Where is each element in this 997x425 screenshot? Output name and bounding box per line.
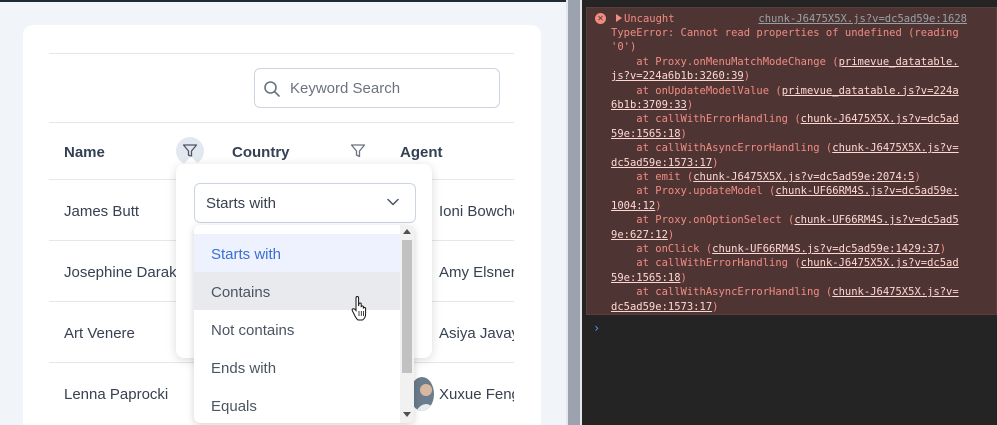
cell-agent: Amy Elsner: [439, 264, 516, 281]
error-message-line: TypeError: Cannot read properties of und…: [611, 27, 959, 39]
stack-frame-function: at Proxy.updateModel (: [611, 185, 776, 198]
cell-agent: Xuxue Feng: [439, 386, 520, 403]
stack-frame-link[interactable]: 6b1b:3709:33: [611, 99, 687, 111]
stack-frame-link[interactable]: chunk-J6475X5X.js?v=dc5ad59e:2074:5: [693, 171, 914, 183]
page-scrollbar[interactable]: [566, 0, 582, 425]
top-bar: [0, 0, 566, 2]
stack-frame-link[interactable]: chunk-UF66RM4S.js?v=dc5ad5: [794, 214, 958, 226]
stack-frame-link[interactable]: chunk-UF66RM4S.js?v=dc5ad59e:: [775, 185, 958, 197]
stack-frame-link[interactable]: chunk-J6475X5X.js?v=: [832, 142, 958, 154]
country-filter-button[interactable]: [344, 137, 372, 165]
expand-triangle-icon[interactable]: [616, 14, 622, 22]
stack-frame-continued: dc5ad59e:1573:17): [611, 156, 719, 169]
option-starts-with[interactable]: Starts with: [194, 234, 400, 272]
stack-frame-link[interactable]: chunk-J6475X5X.js?v=: [832, 286, 958, 298]
stack-frame: at callWithErrorHandling (chunk-J6475X5X…: [611, 256, 959, 270]
cell-agent: Ioni Bowcher: [439, 203, 526, 220]
option-ends-with[interactable]: Ends with: [194, 348, 400, 386]
stack-frame-continued: 6b1b:3709:33): [611, 99, 694, 111]
error-source-link[interactable]: chunk-J6475X5X.js?v=dc5ad59e:1628: [758, 13, 967, 25]
stack-frame-continued: 1004:12): [611, 199, 662, 212]
column-header-country[interactable]: Country: [232, 144, 290, 161]
stack-frame-link[interactable]: 1004:12: [611, 200, 655, 212]
scroll-up-icon[interactable]: [403, 229, 411, 234]
error-icon: ✕: [595, 13, 606, 24]
column-header-agent[interactable]: Agent: [400, 144, 443, 161]
option-not-contains[interactable]: Not contains: [194, 310, 400, 348]
stack-frame-function: at callWithErrorHandling (: [611, 113, 801, 126]
stack-frame-function: at callWithAsyncErrorHandling (: [611, 142, 833, 155]
stack-frame-link[interactable]: chunk-UF66RM4S.js?v=dc5ad59e:1429:37: [712, 243, 940, 255]
stack-frame-function: at onClick (: [611, 243, 713, 255]
table-border: [49, 53, 514, 54]
hand-cursor-icon: [351, 296, 367, 321]
stack-frame-function: at callWithErrorHandling (: [611, 257, 801, 270]
stack-frame: at emit (chunk-J6475X5X.js?v=dc5ad59e:20…: [611, 171, 921, 183]
stack-frame: at Proxy.onMenuMatchModeChange (primevue…: [611, 55, 959, 69]
option-equals[interactable]: Equals: [194, 386, 400, 423]
stack-frame: at onUpdateModelValue (primevue_datatabl…: [611, 84, 959, 98]
stack-frame-link[interactable]: 59e:1565:18: [611, 272, 681, 284]
stack-frame-function: at Proxy.onOptionSelect (: [611, 214, 795, 227]
option-contains[interactable]: Contains: [194, 272, 400, 310]
error-title: Uncaught: [624, 13, 675, 25]
stack-frame-continued: js?v=224a6b1b:3260:39): [611, 70, 751, 83]
stack-frame-link[interactable]: js?v=224a6b1b:3260:39: [611, 70, 744, 82]
devtools-console: ✕ Uncaught chunk-J6475X5X.js?v=dc5ad59e:…: [582, 0, 997, 425]
stack-frame-function: at callWithAsyncErrorHandling (: [611, 286, 833, 299]
console-error-message: ✕ Uncaught chunk-J6475X5X.js?v=dc5ad59e:…: [586, 7, 997, 315]
cell-name: Art Venere: [64, 325, 135, 342]
column-header-name[interactable]: Name: [64, 144, 105, 161]
keyword-search-input[interactable]: Keyword Search: [254, 68, 500, 108]
stack-frame: at callWithErrorHandling (chunk-J6475X5X…: [611, 112, 959, 126]
cell-name: James Butt: [64, 203, 140, 220]
dropdown-scrollbar[interactable]: [400, 225, 414, 423]
stack-frame: at onClick (chunk-UF66RM4S.js?v=dc5ad59e…: [611, 243, 947, 255]
scroll-down-icon[interactable]: [403, 412, 411, 417]
stack-frame-link[interactable]: dc5ad59e:1573:17: [611, 157, 712, 169]
match-mode-dropdown: Starts with Contains Not contains Ends w…: [194, 225, 414, 423]
stack-frame-link[interactable]: primevue_datatable.: [839, 56, 959, 68]
stack-frame: at callWithAsyncErrorHandling (chunk-J64…: [611, 141, 958, 155]
stack-frame-function: at onUpdateModelValue (: [611, 84, 782, 97]
page-scroll-thumb[interactable]: [568, 0, 580, 425]
stack-frame-continued: 9e:627:12): [611, 228, 675, 241]
table-border: [49, 122, 514, 123]
stack-frame-continued: 59e:1565:18): [611, 127, 687, 140]
cell-name: Josephine Darakjy: [64, 264, 188, 281]
stack-frame-link[interactable]: 59e:1565:18: [611, 128, 681, 140]
stack-frame-link[interactable]: chunk-J6475X5X.js?v=dc5ad: [801, 257, 959, 269]
stack-frame-link[interactable]: dc5ad59e:1573:17: [611, 301, 712, 313]
stack-frame-function: at emit (: [611, 171, 694, 183]
stack-frame-link[interactable]: 9e:627:12: [611, 229, 668, 241]
chevron-down-icon: [387, 198, 399, 206]
console-prompt[interactable]: ›: [593, 321, 600, 335]
match-mode-value: Starts with: [206, 195, 277, 212]
cell-name: Lenna Paprocki: [64, 386, 169, 403]
stack-frame: at callWithAsyncErrorHandling (chunk-J64…: [611, 285, 958, 299]
filter-icon: [350, 144, 366, 158]
error-message-line: '0'): [611, 41, 637, 54]
page-background: [541, 180, 566, 425]
stack-frame: at Proxy.onOptionSelect (chunk-UF66RM4S.…: [611, 213, 958, 227]
search-icon: [264, 81, 280, 97]
stack-frame-continued: 59e:1565:18): [611, 271, 687, 284]
dropdown-scroll-thumb[interactable]: [402, 240, 412, 373]
stack-frame-continued: dc5ad59e:1573:17): [611, 300, 719, 313]
stack-frame: at Proxy.updateModel (chunk-UF66RM4S.js?…: [611, 184, 958, 198]
search-placeholder: Keyword Search: [290, 80, 401, 97]
stack-frame-link[interactable]: primevue_datatable.js?v=224a: [782, 85, 959, 97]
stack-frame-link[interactable]: chunk-J6475X5X.js?v=dc5ad: [801, 113, 959, 125]
match-mode-select[interactable]: Starts with: [194, 183, 416, 223]
stack-frame-function: at Proxy.onMenuMatchModeChange (: [611, 55, 839, 68]
